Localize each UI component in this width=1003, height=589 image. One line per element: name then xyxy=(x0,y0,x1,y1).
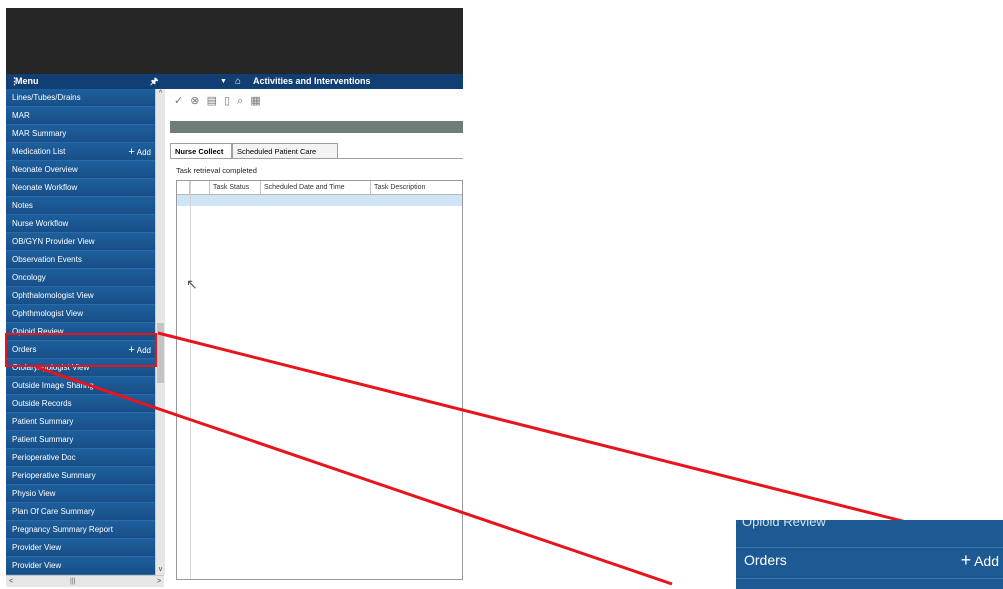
plus-icon: + xyxy=(960,550,972,570)
annotation-lines xyxy=(35,331,943,586)
zoom-add-label: Add xyxy=(974,553,999,569)
zoom-orders-label: Orders xyxy=(744,552,787,568)
orders-highlight-box xyxy=(5,333,157,367)
zoom-divider-bottom xyxy=(736,578,1003,579)
zoom-partial-item: Opioid Review xyxy=(742,520,826,529)
zoom-add-button[interactable]: + Add xyxy=(961,550,999,571)
annotation-line-top xyxy=(157,331,943,533)
annotation-line-bottom xyxy=(35,365,673,586)
zoom-inset: Opioid Review Orders + Add xyxy=(736,520,1003,589)
zoom-divider xyxy=(736,547,1003,548)
